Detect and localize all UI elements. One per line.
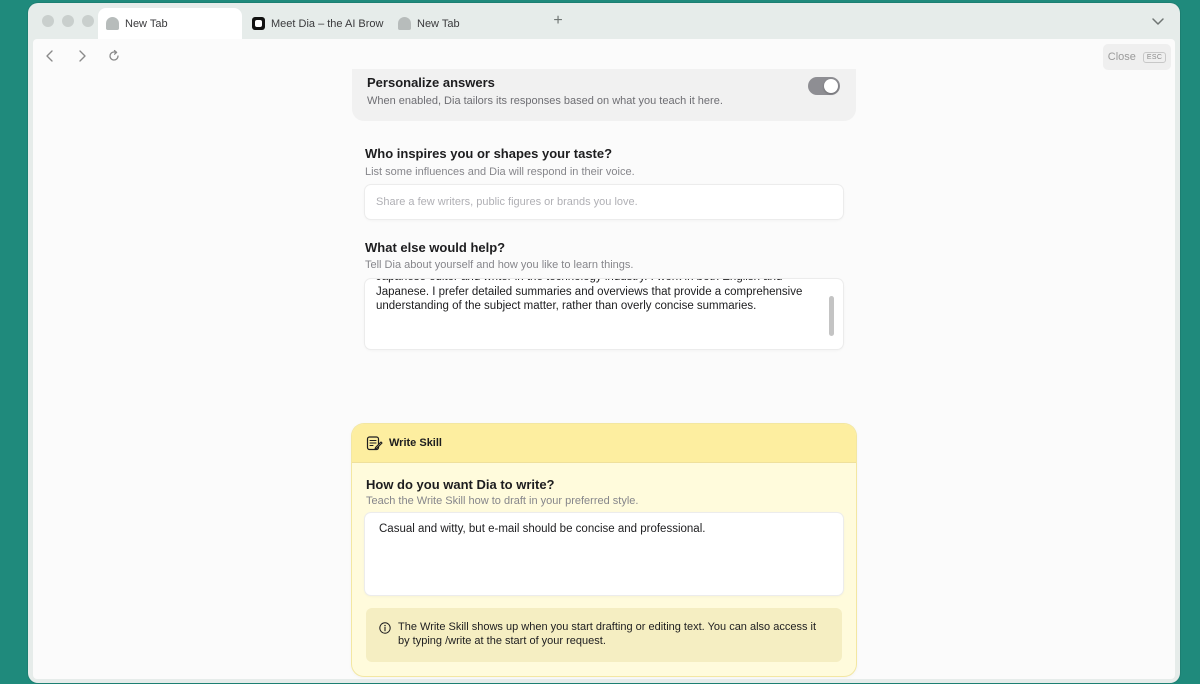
- close-window-button[interactable]: [42, 15, 54, 27]
- reload-icon[interactable]: [107, 49, 121, 63]
- tab-label: Meet Dia – the AI Brow: [271, 17, 384, 30]
- tab-meet-dia[interactable]: Meet Dia – the AI Brow: [244, 8, 384, 39]
- inspires-input[interactable]: [365, 185, 843, 219]
- ghost-icon: [106, 17, 119, 30]
- write-skill-info-text: The Write Skill shows up when you start …: [398, 621, 817, 647]
- personalize-toggle[interactable]: [808, 77, 840, 95]
- window-controls: [42, 15, 94, 27]
- write-skill-field: Casual and witty, but e-mail should be c…: [365, 513, 843, 595]
- forward-arrow-icon[interactable]: [75, 49, 89, 63]
- browser-window: New Tab Meet Dia – the AI Brow New Tab +: [28, 3, 1180, 683]
- dia-icon: [252, 17, 265, 30]
- inspires-field: [365, 185, 843, 219]
- zoom-window-button[interactable]: [82, 15, 94, 27]
- back-arrow-icon[interactable]: [43, 49, 57, 63]
- close-button[interactable]: Close ESC: [1103, 44, 1171, 70]
- tab-new-tab-2[interactable]: New Tab: [390, 8, 530, 39]
- write-skill-label: Write Skill: [389, 437, 442, 449]
- write-note-icon: [366, 435, 383, 450]
- write-skill-subtitle: Teach the Write Skill how to draft in yo…: [366, 495, 639, 507]
- textarea-scrollbar[interactable]: [829, 296, 834, 336]
- inspires-subtitle: List some influences and Dia will respon…: [365, 166, 635, 178]
- chevron-down-icon[interactable]: [1150, 13, 1166, 29]
- ghost-icon: [398, 17, 411, 30]
- write-skill-info-box: The Write Skill shows up when you start …: [366, 608, 842, 662]
- else-help-field: Japanese editor and writer in the techno…: [365, 279, 843, 349]
- personalize-card: Personalize answers When enabled, Dia ta…: [352, 69, 856, 121]
- write-skill-title: How do you want Dia to write?: [366, 477, 555, 492]
- esc-key-hint: ESC: [1142, 51, 1167, 63]
- tab-label: New Tab: [417, 17, 460, 30]
- navigation-controls: [43, 49, 121, 63]
- else-help-subtitle: Tell Dia about yourself and how you like…: [365, 259, 634, 271]
- inspires-title: Who inspires you or shapes your taste?: [365, 146, 613, 161]
- page-content: Close ESC Personalize answers When enabl…: [33, 39, 1175, 679]
- write-skill-card: Write Skill How do you want Dia to write…: [352, 424, 856, 676]
- else-help-textarea[interactable]: Japanese editor and writer in the techno…: [365, 279, 825, 349]
- else-help-title: What else would help?: [365, 240, 506, 255]
- new-tab-button[interactable]: +: [548, 12, 568, 30]
- tab-new-tab-1[interactable]: New Tab: [98, 8, 242, 39]
- toggle-knob: [824, 79, 838, 93]
- write-skill-header: Write Skill: [352, 424, 856, 463]
- personalize-title: Personalize answers: [367, 75, 495, 90]
- tab-label: New Tab: [125, 17, 168, 30]
- minimize-window-button[interactable]: [62, 15, 74, 27]
- write-skill-textarea[interactable]: Casual and witty, but e-mail should be c…: [365, 513, 843, 595]
- personalize-description: When enabled, Dia tailors its responses …: [367, 95, 723, 107]
- info-icon: [379, 622, 391, 634]
- close-button-label: Close: [1107, 51, 1136, 63]
- tab-bar: New Tab Meet Dia – the AI Brow New Tab +: [28, 3, 1180, 39]
